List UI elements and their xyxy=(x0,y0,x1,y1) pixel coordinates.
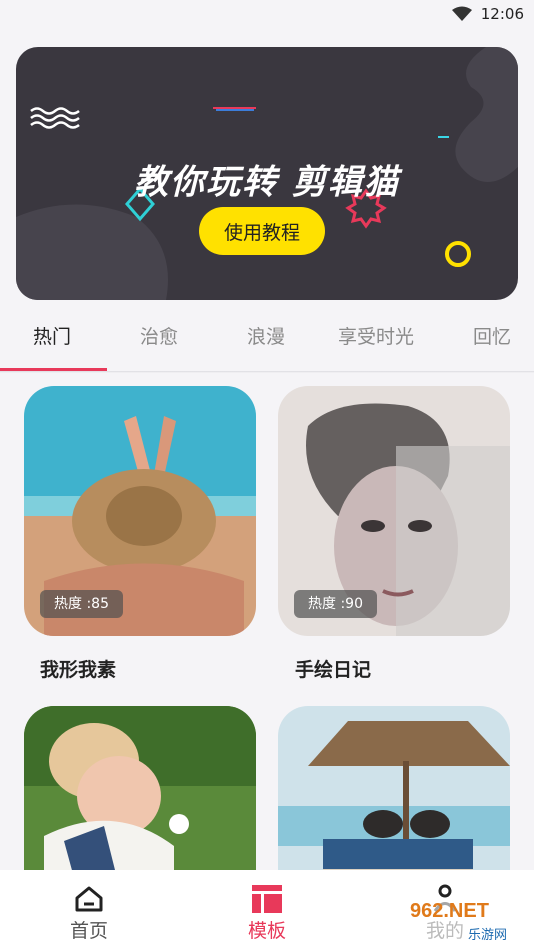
status-bar: 12:06 xyxy=(0,0,534,30)
banner-title: 教你玩转 剪辑猫 xyxy=(134,162,400,203)
template-card[interactable]: 热度 :90 xyxy=(278,386,510,636)
heat-badge: 热度 :90 xyxy=(294,590,377,618)
tabs-divider xyxy=(0,371,534,373)
tab-healing[interactable]: 治愈 xyxy=(140,322,178,349)
nav-home[interactable]: 首页 xyxy=(0,870,178,949)
status-time: 12:06 xyxy=(480,5,524,23)
watermark-text: 962.NET xyxy=(410,900,489,922)
tab-hot[interactable]: 热门 xyxy=(33,322,71,349)
wifi-icon xyxy=(452,6,472,21)
tutorial-button[interactable]: 使用教程 xyxy=(199,207,325,255)
tab-romance[interactable]: 浪漫 xyxy=(247,322,285,349)
category-tabs: 热门 治愈 浪漫 享受时光 回忆 xyxy=(0,300,534,373)
tab-enjoy-time[interactable]: 享受时光 xyxy=(338,322,414,349)
card-title: 手绘日记 xyxy=(295,659,372,681)
watermark-subtext: 乐游网 xyxy=(468,928,508,943)
tab-memories[interactable]: 回忆 xyxy=(473,322,511,349)
nav-template-label: 模板 xyxy=(247,920,286,942)
nav-home-label: 首页 xyxy=(69,920,108,942)
template-icon xyxy=(252,885,282,913)
card-title: 我形我素 xyxy=(40,659,117,681)
template-card[interactable]: 热度 :85 xyxy=(24,386,256,636)
home-icon xyxy=(75,886,103,912)
site-watermark: 962.NET 乐游网 xyxy=(404,898,526,944)
nav-template[interactable]: 模板 xyxy=(178,870,356,949)
heat-badge: 热度 :85 xyxy=(40,590,123,618)
tutorial-banner[interactable]: 教你玩转 剪辑猫 使用教程 xyxy=(16,47,518,300)
